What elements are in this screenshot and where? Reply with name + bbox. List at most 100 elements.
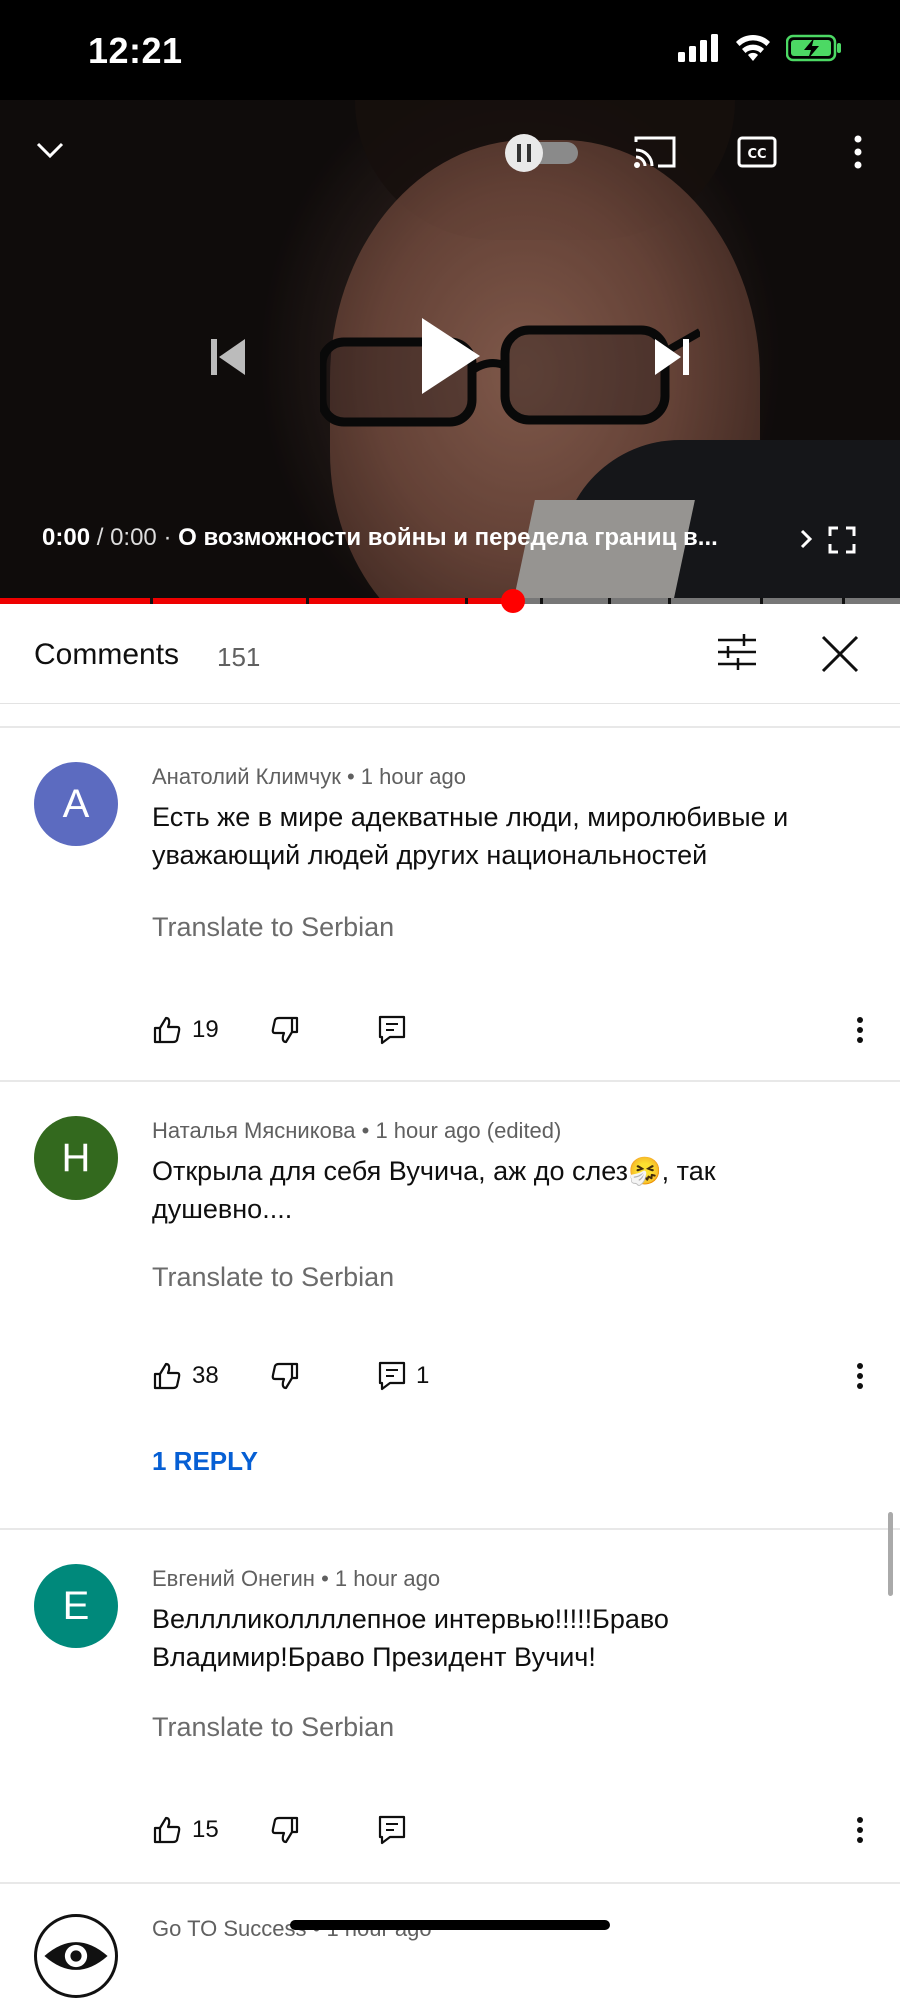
like-count: 19 — [192, 1016, 219, 1043]
play-icon — [422, 318, 480, 394]
comment-more-button[interactable] — [856, 1356, 864, 1396]
comment-time: 1 hour ago — [334, 1566, 441, 1591]
comment-meta: Евгений Онегин • 1 hour ago — [152, 1566, 440, 1592]
battery-charging-icon — [786, 34, 841, 62]
comment-more-button[interactable] — [856, 1810, 864, 1850]
next-icon — [655, 339, 689, 375]
dislike-button[interactable] — [270, 1356, 300, 1396]
comment-author[interactable]: Go TO Success — [152, 1916, 306, 1941]
previous-icon — [211, 339, 245, 375]
svg-text:CC: CC — [747, 147, 766, 162]
more-vert-icon — [857, 1363, 863, 1389]
comment-text: Есть же в мире адекватные люди, миролюби… — [152, 802, 789, 870]
like-button[interactable]: 15 — [152, 1810, 219, 1850]
signal-icon — [678, 34, 718, 62]
fullscreen-button[interactable] — [822, 520, 862, 560]
comment-actions: 15 — [152, 1810, 872, 1850]
chevron-right-icon — [800, 529, 813, 549]
divider — [0, 726, 900, 728]
sort-filter-icon — [718, 634, 756, 670]
comments-header: Comments 151 — [0, 604, 900, 704]
comment-time: 1 hour ago (edited) — [375, 1118, 562, 1143]
video-meta: 0:00 / 0:00 · О возможности войны и пере… — [42, 524, 718, 552]
meta-separator: • — [361, 1118, 370, 1143]
like-count: 15 — [192, 1816, 219, 1843]
captions-icon: CC — [737, 136, 777, 168]
play-button[interactable] — [410, 312, 490, 400]
wifi-icon — [736, 34, 770, 61]
comment-author[interactable]: Анатолий Климчук — [152, 764, 341, 789]
like-count: 38 — [192, 1362, 219, 1389]
comment-actions: 38 1 — [152, 1356, 872, 1396]
video-title[interactable]: О возможности войны и передела границ в.… — [178, 524, 718, 551]
divider — [0, 1882, 900, 1884]
thumbs-down-icon — [271, 1016, 299, 1044]
video-player[interactable]: CC 0:00 / 0:00 · О возможности войны и п… — [0, 100, 900, 602]
comment-text: Открыла для себя Вучича, аж до слез🤧, та… — [152, 1156, 716, 1224]
reply-button[interactable] — [378, 1010, 416, 1050]
autoplay-toggle-icon — [505, 134, 578, 172]
like-button[interactable]: 38 — [152, 1356, 219, 1396]
meta-separator: • — [321, 1566, 329, 1591]
reply-comment-icon — [378, 1361, 406, 1391]
minimize-button[interactable] — [30, 130, 70, 170]
comment-meta: Наталья Мясникова • 1 hour ago (edited) — [152, 1118, 561, 1144]
time-current: 0:00 — [42, 524, 91, 551]
comment-more-button[interactable] — [856, 1010, 864, 1050]
dislike-button[interactable] — [270, 1810, 300, 1850]
avatar[interactable]: A — [34, 762, 118, 846]
reply-comment-icon — [378, 1015, 406, 1045]
home-indicator[interactable] — [290, 1920, 610, 1930]
autoplay-toggle[interactable] — [502, 132, 582, 172]
status-icons — [678, 34, 842, 62]
thumbs-down-icon — [271, 1362, 299, 1390]
avatar-eye[interactable] — [34, 1914, 118, 1998]
cast-icon — [634, 136, 676, 168]
thumbs-up-icon — [153, 1016, 181, 1044]
time-separator: / — [96, 524, 104, 551]
comment-text: Велллликоллллепное интервью!!!!!Браво Вл… — [152, 1604, 669, 1672]
comments-count: 151 — [217, 642, 261, 672]
captions-button[interactable]: CC — [735, 130, 779, 174]
previous-button[interactable] — [200, 330, 254, 384]
comment-time: 1 hour ago — [360, 764, 466, 789]
meta-dot: · — [163, 524, 172, 551]
reply-button[interactable] — [378, 1810, 416, 1850]
divider — [0, 1080, 900, 1082]
more-vert-icon — [857, 1817, 863, 1843]
status-bar: 12:21 — [0, 0, 900, 100]
reply-comment-icon — [378, 1815, 406, 1845]
next-button[interactable] — [646, 330, 700, 384]
eye-logo-icon — [38, 1918, 114, 1994]
avatar[interactable]: Е — [34, 1564, 118, 1648]
close-comments-button[interactable] — [820, 634, 860, 679]
dislike-button[interactable] — [270, 1010, 300, 1050]
status-time: 12:21 — [88, 30, 183, 71]
comment-meta: Анатолий Климчук • 1 hour ago — [152, 764, 466, 790]
reply-button[interactable]: 1 — [378, 1356, 429, 1396]
time-total: 0:00 — [110, 524, 157, 551]
view-replies-link[interactable]: 1 REPLY — [152, 1446, 258, 1477]
thumbs-up-icon — [153, 1362, 181, 1390]
comment-author[interactable]: Евгений Онегин — [152, 1566, 315, 1591]
comment-actions: 19 — [152, 1010, 872, 1050]
scrollbar[interactable] — [888, 1512, 893, 1596]
thumbs-down-icon — [271, 1816, 299, 1844]
translate-link[interactable]: Translate to Serbian — [152, 1712, 394, 1743]
player-more-button[interactable] — [838, 130, 878, 174]
comment-author[interactable]: Наталья Мясникова — [152, 1118, 356, 1143]
translate-link[interactable]: Translate to Serbian — [152, 1262, 394, 1293]
chapter-expand-button[interactable] — [796, 524, 816, 554]
close-icon — [821, 635, 859, 673]
meta-separator: • — [346, 764, 355, 789]
fullscreen-icon — [828, 526, 856, 554]
like-button[interactable]: 19 — [152, 1010, 219, 1050]
reply-count: 1 — [416, 1362, 430, 1389]
comments-title: Comments — [34, 638, 180, 671]
more-vert-icon — [857, 1017, 863, 1043]
sort-comments-button[interactable] — [716, 632, 758, 677]
divider — [0, 1528, 900, 1530]
avatar[interactable]: Н — [34, 1116, 118, 1200]
cast-button[interactable] — [630, 130, 680, 174]
translate-link[interactable]: Translate to Serbian — [152, 912, 394, 943]
